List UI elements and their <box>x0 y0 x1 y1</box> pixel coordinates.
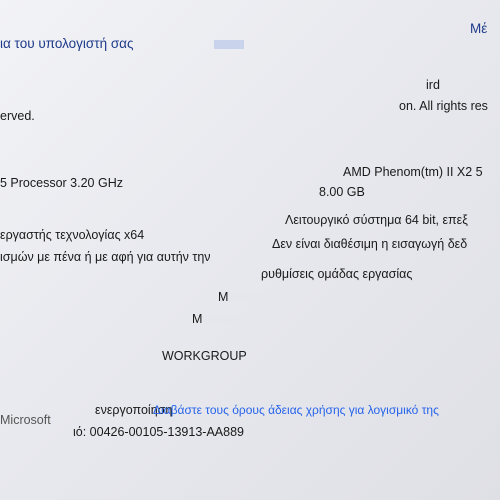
computer-name-value: M <box>218 290 229 304</box>
full-computer-name-value: M <box>192 312 203 326</box>
system-type-value: Λειτουργικό σύστημα 64 bit, επεξ <box>285 213 468 227</box>
processor-speed-value: 5 Processor 3.20 GHz <box>0 176 123 190</box>
copyright-text-tail: erved. <box>0 109 35 123</box>
windows-edition-name: ird <box>426 78 440 92</box>
full-name-redaction <box>205 315 273 324</box>
title-link-redaction <box>214 40 244 49</box>
workgroup-value: WORKGROUP <box>162 349 247 363</box>
computer-name-section-heading: ρυθμίσεις ομάδας εργασίας <box>261 267 413 281</box>
right-heading: Μέ <box>470 21 488 36</box>
microsoft-text: Microsoft <box>0 413 51 427</box>
license-terms-link[interactable]: Διαβάστε τους όρους άδειας χρήσης για λο… <box>153 403 439 417</box>
system-type-label: εργαστής τεχνολογίας x64 <box>0 228 145 242</box>
system-properties-panel: ια του υπολογιστή σας Μέ ird on. All rig… <box>0 0 500 500</box>
installed-memory-value: 8.00 GB <box>319 185 365 199</box>
pen-touch-label: ισμών με πένα ή με αφή για αυτήν την <box>0 250 211 264</box>
product-id-value: ιό: 00426-00105-13913-AA889 <box>73 425 244 439</box>
pen-touch-value: Δεν είναι διαθέσιμη η εισαγωγή δεδ <box>272 237 468 251</box>
computer-name-redaction <box>230 293 292 302</box>
page-title: ια του υπολογιστή σας <box>0 36 134 51</box>
processor-value: AMD Phenom(tm) II X2 5 <box>343 165 483 179</box>
copyright-text: on. All rights res <box>399 99 488 113</box>
